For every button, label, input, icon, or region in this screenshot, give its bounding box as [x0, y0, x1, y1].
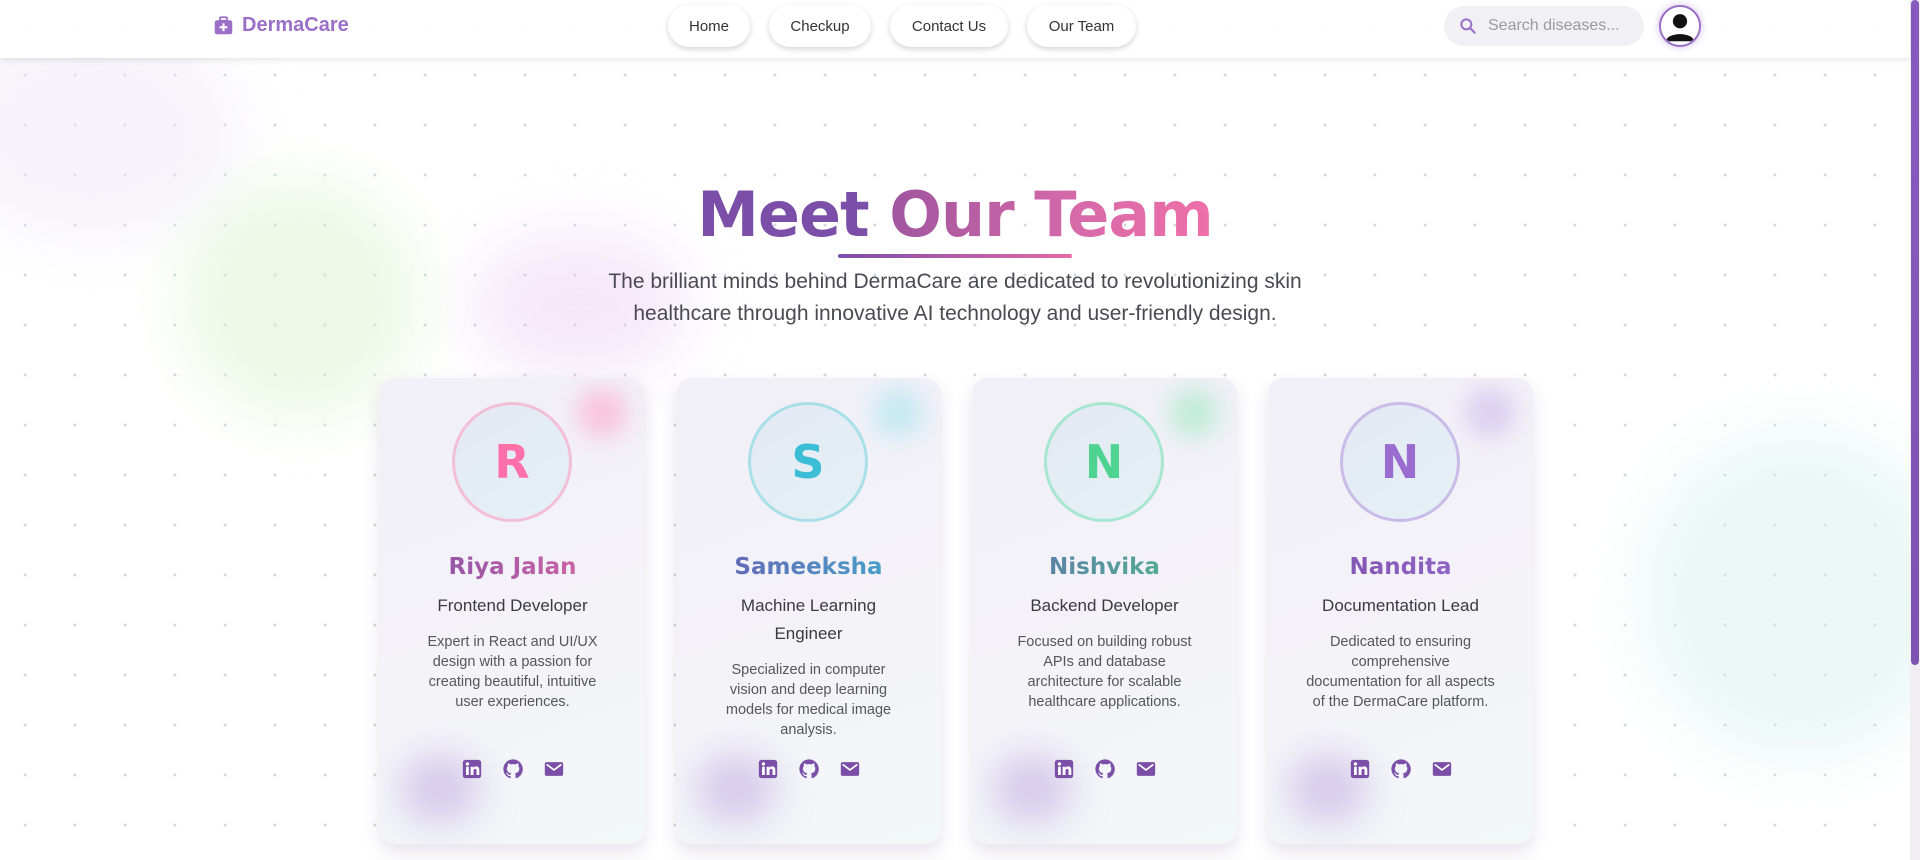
search-bar[interactable]: [1444, 6, 1644, 46]
email-icon[interactable]: [1135, 758, 1157, 780]
main-nav: Home Checkup Contact Us Our Team: [668, 5, 1136, 47]
page-title: Meet Our Team: [0, 175, 1910, 255]
social-links: [1268, 758, 1533, 780]
member-description: Expert in React and UI/UX design with a …: [427, 634, 598, 710]
social-links: [380, 758, 645, 780]
github-icon[interactable]: [1094, 758, 1116, 780]
member-name: Riya Jalan: [380, 554, 645, 580]
member-name: Nishvika: [972, 554, 1237, 580]
email-icon[interactable]: [839, 758, 861, 780]
page-subtitle: The brilliant minds behind DermaCare are…: [608, 270, 1302, 325]
member-avatar: N: [1340, 402, 1460, 522]
title-part-our-team: Our Team: [889, 178, 1214, 251]
linkedin-icon[interactable]: [1349, 758, 1371, 780]
brand-name: DermaCare: [242, 14, 349, 36]
scrollbar-thumb[interactable]: [1911, 0, 1919, 665]
github-icon[interactable]: [502, 758, 524, 780]
member-avatar: R: [452, 402, 572, 522]
page-scrollbar[interactable]: [1910, 0, 1920, 860]
member-role: Machine Learning Engineer: [740, 596, 877, 643]
member-name: Nandita: [1268, 554, 1533, 580]
nav-home[interactable]: Home: [668, 5, 750, 47]
linkedin-icon[interactable]: [461, 758, 483, 780]
member-avatar: N: [1044, 402, 1164, 522]
nav-our-team[interactable]: Our Team: [1027, 5, 1136, 47]
social-links: [676, 758, 941, 780]
team-card-nandita: N Nandita Documentation Lead Dedicated t…: [1268, 378, 1533, 844]
team-card-sameeksha: S Sameeksha Machine Learning Engineer Sp…: [676, 378, 941, 844]
linkedin-icon[interactable]: [1053, 758, 1075, 780]
user-avatar-button[interactable]: [1659, 5, 1701, 47]
medical-kit-icon: [214, 16, 233, 35]
title-underline: [838, 254, 1072, 258]
linkedin-icon[interactable]: [757, 758, 779, 780]
brand-logo[interactable]: DermaCare: [213, 14, 349, 37]
member-name: Sameeksha: [676, 554, 941, 580]
nav-contact-us[interactable]: Contact Us: [890, 5, 1008, 47]
member-description: Specialized in computer vision and deep …: [725, 662, 892, 738]
top-navbar: DermaCare Home Checkup Contact Us Our Te…: [0, 0, 1910, 58]
member-description: Dedicated to ensuring comprehensive docu…: [1306, 634, 1495, 710]
team-card-nishvika: N Nishvika Backend Developer Focused on …: [972, 378, 1237, 844]
email-icon[interactable]: [1431, 758, 1453, 780]
member-avatar: S: [748, 402, 868, 522]
social-links: [972, 758, 1237, 780]
nav-checkup[interactable]: Checkup: [769, 5, 871, 47]
github-icon[interactable]: [798, 758, 820, 780]
member-role: Documentation Lead: [1322, 596, 1479, 615]
team-card-riya: R Riya Jalan Frontend Developer Expert i…: [380, 378, 645, 844]
member-description: Focused on building robust APIs and data…: [1017, 634, 1192, 710]
search-input[interactable]: [1488, 17, 1638, 35]
user-avatar-icon: [1661, 7, 1699, 45]
member-role: Backend Developer: [1030, 596, 1179, 615]
email-icon[interactable]: [543, 758, 565, 780]
member-role: Frontend Developer: [437, 596, 588, 615]
title-part-meet: Meet: [697, 178, 869, 251]
search-icon: [1460, 18, 1476, 34]
github-icon[interactable]: [1390, 758, 1412, 780]
